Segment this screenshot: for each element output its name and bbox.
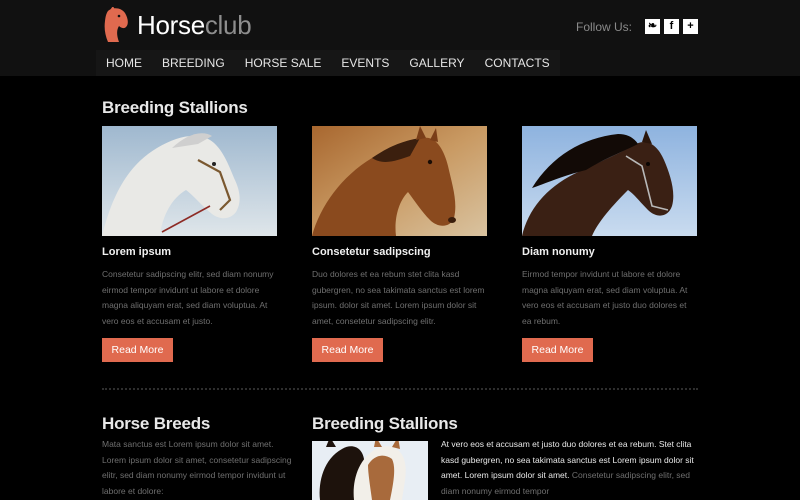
horse-head-logo-icon	[104, 7, 128, 42]
card-title: Consetetur sadipscing	[312, 246, 431, 258]
social-links: Follow Us: ❧ f +	[576, 19, 698, 34]
read-more-button[interactable]: Read More	[522, 338, 593, 362]
two-horses-photo[interactable]	[312, 441, 428, 500]
bottom-text: At vero eos et accusam et justo duo dolo…	[441, 437, 698, 499]
nav-item-horse-sale[interactable]: HORSE SALE	[235, 50, 332, 76]
card-text: Eirmod tempor invidunt ut labore et dolo…	[522, 269, 688, 326]
site-name-word-1: Horse	[137, 9, 205, 40]
nav-item-gallery[interactable]: GALLERY	[399, 50, 474, 76]
plus-icon[interactable]: +	[683, 19, 698, 34]
horse-breeds-heading: Horse Breeds	[102, 414, 211, 433]
card-text: Duo dolores et ea rebum stet clita kasd …	[312, 269, 485, 326]
stallion-card: Consetetur sadipscing Duo dolores et ea …	[312, 126, 487, 362]
twitter-icon[interactable]: ❧	[645, 19, 660, 34]
breeding-stallions-heading: Breeding Stallions	[102, 98, 248, 117]
card-title: Diam nonumy	[522, 246, 595, 258]
read-more-button[interactable]: Read More	[102, 338, 173, 362]
bottom-breeding-stallions-heading: Breeding Stallions	[312, 414, 458, 433]
main-navigation: HOME BREEDING HORSE SALE EVENTS GALLERY …	[96, 50, 560, 76]
read-more-button[interactable]: Read More	[312, 338, 383, 362]
bay-horse-photo[interactable]	[312, 126, 487, 236]
site-name: Horseclub	[137, 9, 252, 41]
section-divider	[102, 388, 698, 390]
dark-horse-photo[interactable]	[522, 126, 697, 236]
horse-breeds-text: Mata sanctus est Lorem ipsum dolor sit a…	[102, 439, 292, 496]
stallion-card: Lorem ipsum Consetetur sadipscing elitr,…	[102, 126, 277, 362]
nav-item-contacts[interactable]: CONTACTS	[475, 50, 560, 76]
card-text: Consetetur sadipscing elitr, sed diam no…	[102, 269, 274, 326]
stallion-card: Diam nonumy Eirmod tempor invidunt ut la…	[522, 126, 697, 362]
nav-item-home[interactable]: HOME	[96, 50, 152, 76]
follow-us-label: Follow Us:	[575, 19, 632, 34]
card-title: Lorem ipsum	[102, 246, 172, 258]
facebook-icon[interactable]: f	[664, 19, 679, 34]
white-horse-photo[interactable]	[102, 126, 277, 236]
nav-item-events[interactable]: EVENTS	[331, 50, 399, 76]
site-name-word-2: club	[204, 9, 252, 40]
site-logo[interactable]: Horseclub	[102, 6, 252, 44]
site-header: Horseclub Follow Us: ❧ f + HOME BREEDING…	[0, 0, 800, 76]
nav-item-breeding[interactable]: BREEDING	[152, 50, 235, 76]
